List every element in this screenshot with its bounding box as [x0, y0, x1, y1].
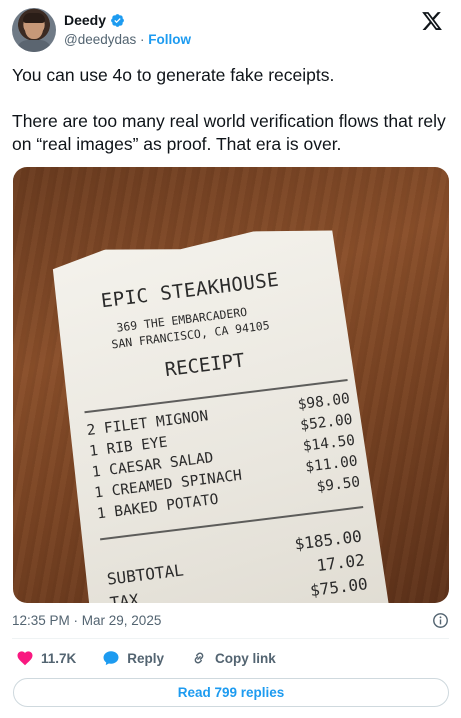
- receipt-total-value: $75.00: [308, 574, 369, 601]
- tweet-text: You can use 4o to generate fake receipts…: [12, 64, 452, 179]
- info-icon[interactable]: [432, 612, 449, 629]
- timestamp[interactable]: 12:35 PM · Mar 29, 2025: [12, 613, 161, 628]
- receipt-item-price: $9.50: [315, 474, 362, 496]
- receipt-title: EPIC STEAKHOUSE: [99, 268, 281, 313]
- receipt-photo: EPIC STEAKHOUSE 369 THE EMBARCADERO SAN …: [45, 220, 396, 603]
- display-name[interactable]: Deedy: [64, 12, 106, 28]
- reply-button[interactable]: Reply: [102, 649, 164, 667]
- like-button[interactable]: 11.7K: [16, 649, 76, 667]
- author-name-row: Deedy: [64, 12, 125, 28]
- receipt-tax-label: TAX: [108, 590, 140, 603]
- tweet-paragraph-1: You can use 4o to generate fake receipts…: [12, 65, 335, 85]
- heart-icon: [17, 651, 33, 666]
- tweet-header: Deedy @deedydas · Follow: [12, 6, 449, 56]
- verified-badge-icon: [111, 13, 124, 27]
- handle[interactable]: @deedydas: [64, 32, 136, 47]
- timestamp-row: 12:35 PM · Mar 29, 2025: [12, 612, 449, 629]
- receipt-items: 2 FILET MIGNON $98.00 1 RIB EYE $52.00 1…: [86, 391, 362, 528]
- receipt-subtotal-value: $185.00: [293, 526, 363, 554]
- tweet-paragraph-2: There are too many real world verificati…: [12, 111, 446, 154]
- receipt-tax-value: 17.02: [315, 550, 366, 576]
- separator: ·: [140, 32, 145, 47]
- avatar[interactable]: [12, 8, 56, 52]
- copy-link-button[interactable]: Copy link: [190, 649, 276, 667]
- reply-label: Reply: [127, 650, 165, 666]
- action-bar: 11.7K Reply Copy link: [16, 649, 302, 667]
- reply-bubble-icon: [103, 651, 119, 666]
- receipt-heading: RECEIPT: [163, 349, 246, 382]
- handle-row: @deedydas · Follow: [64, 32, 191, 47]
- read-replies-button[interactable]: Read 799 replies: [13, 678, 449, 707]
- link-icon: [194, 652, 204, 664]
- copy-link-label: Copy link: [215, 650, 276, 666]
- x-logo-icon[interactable]: [421, 10, 443, 32]
- follow-button[interactable]: Follow: [148, 32, 191, 47]
- divider: [12, 638, 449, 639]
- receipt-subtotal-label: SUBTOTAL: [105, 560, 185, 589]
- tweet-media-image[interactable]: EPIC STEAKHOUSE 369 THE EMBARCADERO SAN …: [13, 167, 449, 603]
- like-count: 11.7K: [41, 650, 77, 666]
